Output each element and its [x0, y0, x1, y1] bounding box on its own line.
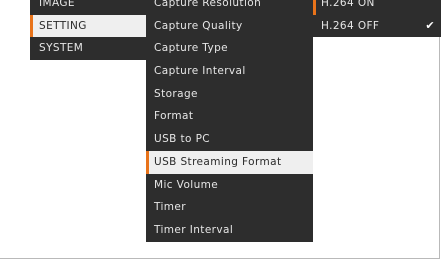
submenu-item-capture-type[interactable]: Capture Type: [146, 37, 313, 60]
submenu-item-timer[interactable]: Timer: [146, 196, 313, 219]
submenu-item-mic-volume[interactable]: Mic Volume: [146, 174, 313, 197]
option-h264-off[interactable]: H.264 OFF ✔: [313, 14, 441, 38]
submenu-item-storage[interactable]: Storage: [146, 83, 313, 106]
main-menu: IMAGE SETTING SYSTEM: [30, 0, 146, 61]
menu-item-system[interactable]: SYSTEM: [30, 37, 146, 60]
option-h264-on[interactable]: H.264 ON: [313, 0, 441, 15]
submenu-item-usb-streaming-format[interactable]: USB Streaming Format: [146, 150, 313, 174]
option-label: H.264 ON: [321, 0, 375, 9]
option-focus-marker: [313, 0, 316, 15]
setting-submenu: Capture Resolution Capture Quality Captu…: [146, 0, 313, 242]
option-label: H.264 OFF: [321, 19, 380, 32]
check-icon: ✔: [425, 18, 435, 32]
submenu-item-usb-to-pc[interactable]: USB to PC: [146, 128, 313, 151]
submenu-item-capture-interval[interactable]: Capture Interval: [146, 60, 313, 83]
screen-frame: IMAGE SETTING SYSTEM Capture Resolution …: [0, 0, 441, 259]
menu-item-setting[interactable]: SETTING: [30, 14, 146, 38]
menu-item-image[interactable]: IMAGE: [30, 0, 146, 15]
submenu-item-capture-quality[interactable]: Capture Quality: [146, 15, 313, 38]
streaming-format-options: H.264 ON H.264 OFF ✔: [313, 0, 441, 38]
submenu-item-format[interactable]: Format: [146, 105, 313, 128]
submenu-item-capture-resolution[interactable]: Capture Resolution: [146, 0, 313, 15]
submenu-item-timer-interval[interactable]: Timer Interval: [146, 219, 313, 242]
